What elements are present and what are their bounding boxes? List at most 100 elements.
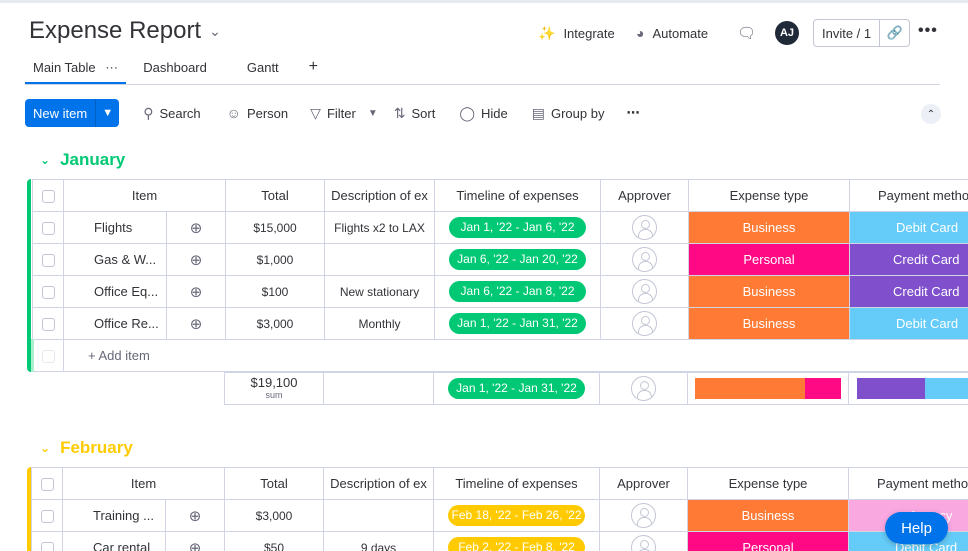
add-update-icon[interactable]: ⊕ [165,211,227,244]
new-item-button[interactable]: New item ▼ [25,99,120,127]
item-name[interactable]: Flights [63,211,167,244]
timeline-pill[interactable]: Feb 2, '22 - Feb 8, '22 [448,537,586,551]
chevron-down-icon[interactable]: ⌄ [209,23,221,40]
col-expense-type[interactable]: Expense type [688,179,851,212]
group-title-january[interactable]: ⌄ January [40,150,125,170]
search-button[interactable]: ⚲ Search [135,99,208,127]
row-checkbox[interactable] [31,499,63,532]
hide-button[interactable]: ◯ Hide [451,99,515,127]
col-item[interactable]: Item [62,179,227,212]
add-item-row[interactable]: + Add item [31,339,968,372]
group-name[interactable]: January [60,150,125,170]
table-row[interactable]: Gas & W... ⊕ $1,000 Jan 6, '22 - Jan 20,… [32,243,968,276]
toolbar-more-icon[interactable]: ⋯ [618,99,648,127]
timeline-pill[interactable]: Jan 6, '22 - Jan 20, '22 [449,249,587,270]
timeline-cell[interactable]: Jan 6, '22 - Jan 8, '22 [434,275,602,308]
new-item-label[interactable]: New item [25,99,95,127]
tab-dashboard[interactable]: Dashboard [135,56,215,84]
row-checkbox[interactable] [32,275,64,308]
payment-summary[interactable] [848,372,968,405]
person-placeholder-icon[interactable] [631,376,656,401]
description-cell[interactable]: New stationary [324,275,436,308]
col-total[interactable]: Total [225,179,326,212]
group-title-february[interactable]: ⌄ February [40,438,133,458]
approver-cell[interactable] [599,499,689,532]
tab-options-icon[interactable]: ⋯ [105,60,118,75]
add-update-icon[interactable]: ⊕ [165,307,227,340]
approver-summary[interactable] [599,372,688,405]
person-filter-button[interactable]: ☺ Person [219,99,297,127]
timeline-summary[interactable]: Jan 1, '22 - Jan 31, '22 [433,372,600,405]
table-row[interactable]: Office Re... ⊕ $3,000 Monthly Jan 1, '22… [32,307,968,340]
invite-label[interactable]: Invite / 1 [814,26,879,41]
chevron-down-icon[interactable]: ▼ [95,99,119,127]
payment-cell[interactable]: Debit Card [849,211,968,244]
person-placeholder-icon[interactable] [632,311,658,336]
description-cell[interactable]: 9 days [323,531,435,551]
col-item[interactable]: Item [61,467,226,500]
expense-type-cell[interactable]: Business [688,211,851,244]
collapse-header-icon[interactable]: ⌃ [921,104,941,124]
select-all-checkbox[interactable] [31,467,63,500]
row-checkbox[interactable] [32,211,64,244]
tab-gantt[interactable]: Gantt [239,56,287,84]
automate-button[interactable]: ◕ Automate [636,22,708,44]
timeline-pill[interactable]: Jan 1, '22 - Jan 6, '22 [449,217,587,238]
description-cell[interactable]: Flights x2 to LAX [324,211,436,244]
total-cell[interactable]: $1,000 [225,243,326,276]
timeline-pill[interactable]: Jan 1, '22 - Jan 31, '22 [449,313,587,334]
expense-type-cell[interactable]: Business [687,499,850,532]
add-item-input[interactable]: + Add item [62,339,968,372]
chevron-down-icon[interactable]: ⌄ [40,441,50,455]
payment-cell[interactable]: Credit Card [849,243,968,276]
board-title[interactable]: Expense Report [29,17,201,45]
total-cell[interactable]: $3,000 [224,499,325,532]
group-by-button[interactable]: ▤ Group by [524,99,613,127]
expense-type-cell[interactable]: Business [688,275,851,308]
col-description[interactable]: Description of ex [323,467,435,500]
approver-cell[interactable] [600,243,690,276]
tab-main-table[interactable]: Main Table ⋯ [25,56,127,84]
copy-link-icon[interactable]: 🔗 [879,20,909,46]
expense-type-cell[interactable]: Personal [687,531,850,551]
expense-type-cell[interactable]: Business [688,307,851,340]
col-total[interactable]: Total [224,467,325,500]
item-name[interactable]: Car rental [62,531,166,551]
table-row[interactable]: Training ... ⊕ $3,000 Feb 18, '22 - Feb … [31,499,968,532]
help-button[interactable]: Help [885,512,948,544]
board-title-area[interactable]: Expense Report ⌄ [29,17,221,45]
add-update-icon[interactable]: ⊕ [164,531,226,551]
approver-cell[interactable] [599,531,689,551]
row-checkbox[interactable] [32,307,64,340]
timeline-pill[interactable]: Jan 6, '22 - Jan 8, '22 [449,281,587,302]
item-name[interactable]: Training ... [62,499,166,532]
total-cell[interactable]: $15,000 [225,211,326,244]
payment-cell[interactable]: Credit Card [849,275,968,308]
select-all-checkbox[interactable] [32,179,64,212]
person-placeholder-icon[interactable] [632,247,658,272]
table-row[interactable]: Car rental ⊕ $50 9 days Feb 2, '22 - Feb… [31,531,968,551]
item-name[interactable]: Office Eq... [63,275,167,308]
total-cell[interactable]: $100 [225,275,326,308]
timeline-cell[interactable]: Jan 1, '22 - Jan 6, '22 [434,211,602,244]
chevron-down-icon[interactable]: ⌄ [40,153,50,167]
updates-button[interactable]: 🗨 [737,22,756,44]
col-payment[interactable]: Payment metho [849,179,968,212]
total-cell[interactable]: $3,000 [225,307,326,340]
col-timeline[interactable]: Timeline of expenses [433,467,601,500]
add-update-icon[interactable]: ⊕ [165,275,227,308]
description-cell[interactable] [324,243,436,276]
timeline-pill[interactable]: Feb 18, '22 - Feb 26, '22 [448,505,586,526]
approver-cell[interactable] [600,275,690,308]
col-expense-type[interactable]: Expense type [687,467,850,500]
approver-cell[interactable] [600,307,690,340]
timeline-pill[interactable]: Jan 1, '22 - Jan 31, '22 [448,378,585,399]
col-description[interactable]: Description of ex [324,179,436,212]
sort-button[interactable]: ⇅ Sort [386,99,444,127]
description-cell[interactable] [323,499,435,532]
row-checkbox[interactable] [32,243,64,276]
description-cell[interactable]: Monthly [324,307,436,340]
row-checkbox[interactable] [31,531,63,551]
filter-button[interactable]: ▽ Filter ▼ [302,99,386,127]
person-placeholder-icon[interactable] [631,535,657,551]
